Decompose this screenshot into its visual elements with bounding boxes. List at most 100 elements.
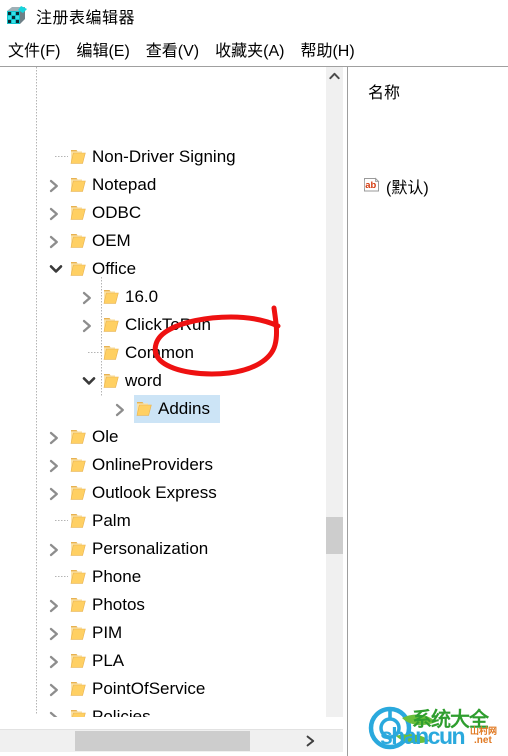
chevron-right-icon[interactable] (46, 535, 68, 563)
tree-item-label: PIM (92, 623, 123, 642)
folder-icon (68, 675, 88, 703)
folder-icon (68, 171, 88, 199)
tree-item-pla[interactable]: PLA (46, 647, 134, 675)
chevron-right-icon[interactable] (46, 591, 68, 619)
chevron-down-icon[interactable] (46, 255, 68, 283)
tree-item-outlook-express[interactable]: Outlook Express (46, 479, 227, 507)
tree-item-pointofservice[interactable]: PointOfService (46, 675, 215, 703)
menu-help[interactable]: 帮助(H) (300, 37, 354, 61)
tree-item-addins[interactable]: Addins (112, 395, 220, 423)
chevron-right-icon[interactable] (46, 647, 68, 675)
chevron-right-icon[interactable] (46, 171, 68, 199)
tree-item-photos[interactable]: Photos (46, 591, 155, 619)
tree-item-hit-area[interactable]: Non-Driver Signing (68, 143, 246, 171)
tree-horizontal-scrollbar[interactable] (0, 729, 343, 752)
tree-item-notepad[interactable]: Notepad (46, 171, 166, 199)
tree-item-label: Personalization (92, 539, 209, 558)
tree-item-word[interactable]: word (79, 367, 172, 395)
tree-item-common[interactable]: Common (79, 339, 204, 367)
tree-item-hit-area[interactable]: OEM (68, 227, 141, 255)
tree-item-office[interactable]: Office (46, 255, 146, 283)
tree-item-hit-area[interactable]: PIM (68, 619, 132, 647)
chevron-right-icon[interactable] (46, 479, 68, 507)
tree-vertical-scroll-thumb[interactable] (326, 517, 343, 554)
chevron-right-icon[interactable] (46, 703, 68, 717)
tree-item-label: Ole (92, 427, 119, 446)
tree-item-label: word (125, 371, 162, 390)
tree-item-pim[interactable]: PIM (46, 619, 132, 647)
window-title: 注册表编辑器 (36, 10, 136, 27)
value-list-item[interactable]: ab (默认) (363, 174, 429, 198)
folder-icon (68, 255, 88, 283)
regedit-icon (6, 6, 28, 26)
tree-item-policies[interactable]: Policies (46, 703, 161, 717)
tree-item-16-0[interactable]: 16.0 (79, 283, 168, 311)
tree-horizontal-scroll-thumb[interactable] (75, 731, 250, 751)
tree-item-hit-area[interactable]: Policies (68, 703, 161, 717)
registry-tree-pane: Non-Driver Signing Notepad ODBC OEM Office 16… (0, 67, 348, 756)
tree-item-hit-area[interactable]: OnlineProviders (68, 451, 223, 479)
tree-item-label: ClickToRun (125, 315, 211, 334)
tree-item-label: 16.0 (125, 287, 159, 306)
tree-item-hit-area[interactable]: PLA (68, 647, 134, 675)
tree-item-hit-area[interactable]: Notepad (68, 171, 166, 199)
scroll-right-arrow-icon[interactable] (299, 730, 321, 752)
tree-item-palm[interactable]: Palm (46, 507, 141, 535)
menu-edit[interactable]: 编辑(E) (76, 37, 129, 61)
tree-item-label: OnlineProviders (92, 455, 213, 474)
tree-elbow-connector (46, 507, 68, 535)
folder-icon (101, 311, 121, 339)
menu-file[interactable]: 文件(F) (8, 37, 60, 61)
tree-item-hit-area[interactable]: word (101, 367, 172, 395)
tree-vertical-scrollbar[interactable] (326, 67, 343, 717)
tree-item-personalization[interactable]: Personalization (46, 535, 218, 563)
tree-item-hit-area[interactable]: Addins (134, 395, 220, 423)
tree-item-label: Outlook Express (92, 483, 217, 502)
chevron-right-icon[interactable] (46, 451, 68, 479)
chevron-right-icon[interactable] (79, 311, 101, 339)
tree-item-onlineproviders[interactable]: OnlineProviders (46, 451, 223, 479)
tree-item-phone[interactable]: Phone (46, 563, 151, 591)
tree-item-hit-area[interactable]: Outlook Express (68, 479, 227, 507)
menu-view[interactable]: 查看(V) (146, 37, 199, 61)
folder-icon (68, 479, 88, 507)
tree-item-hit-area[interactable]: ClickToRun (101, 311, 221, 339)
tree-item-oem[interactable]: OEM (46, 227, 141, 255)
folder-icon (68, 535, 88, 563)
folder-icon (68, 703, 88, 717)
folder-icon (134, 395, 154, 423)
tree-item-hit-area[interactable]: Common (101, 339, 204, 367)
tree-elbow-connector (79, 339, 101, 367)
column-header-name[interactable]: 名称 (368, 79, 400, 103)
chevron-right-icon[interactable] (112, 395, 134, 423)
chevron-down-icon[interactable] (79, 367, 101, 395)
tree-item-clicktorun[interactable]: ClickToRun (79, 311, 221, 339)
chevron-right-icon[interactable] (46, 675, 68, 703)
registry-tree[interactable]: Non-Driver Signing Notepad ODBC OEM Office 16… (0, 67, 326, 717)
tree-item-label: Photos (92, 595, 145, 614)
tree-item-hit-area[interactable]: Office (68, 255, 146, 283)
tree-item-odbc[interactable]: ODBC (46, 199, 151, 227)
tree-item-non-driver-signing[interactable]: Non-Driver Signing (46, 143, 246, 171)
tree-item-hit-area[interactable]: 16.0 (101, 283, 168, 311)
tree-item-hit-area[interactable]: Phone (68, 563, 151, 591)
folder-icon (68, 619, 88, 647)
folder-icon (68, 199, 88, 227)
tree-item-ole[interactable]: Ole (46, 423, 128, 451)
tree-item-hit-area[interactable]: Photos (68, 591, 155, 619)
chevron-right-icon[interactable] (46, 227, 68, 255)
scroll-up-arrow-icon[interactable] (326, 67, 343, 84)
tree-item-hit-area[interactable]: Ole (68, 423, 128, 451)
chevron-right-icon[interactable] (79, 283, 101, 311)
chevron-right-icon[interactable] (46, 619, 68, 647)
menu-favorites[interactable]: 收藏夹(A) (215, 37, 284, 61)
folder-icon (68, 507, 88, 535)
tree-item-hit-area[interactable]: Palm (68, 507, 141, 535)
tree-item-hit-area[interactable]: Personalization (68, 535, 218, 563)
tree-item-hit-area[interactable]: ODBC (68, 199, 151, 227)
chevron-right-icon[interactable] (46, 423, 68, 451)
tree-elbow-connector (46, 143, 68, 171)
chevron-right-icon[interactable] (46, 199, 68, 227)
tree-item-hit-area[interactable]: PointOfService (68, 675, 215, 703)
registry-values-pane: 名称 ab (默认) (349, 67, 508, 756)
